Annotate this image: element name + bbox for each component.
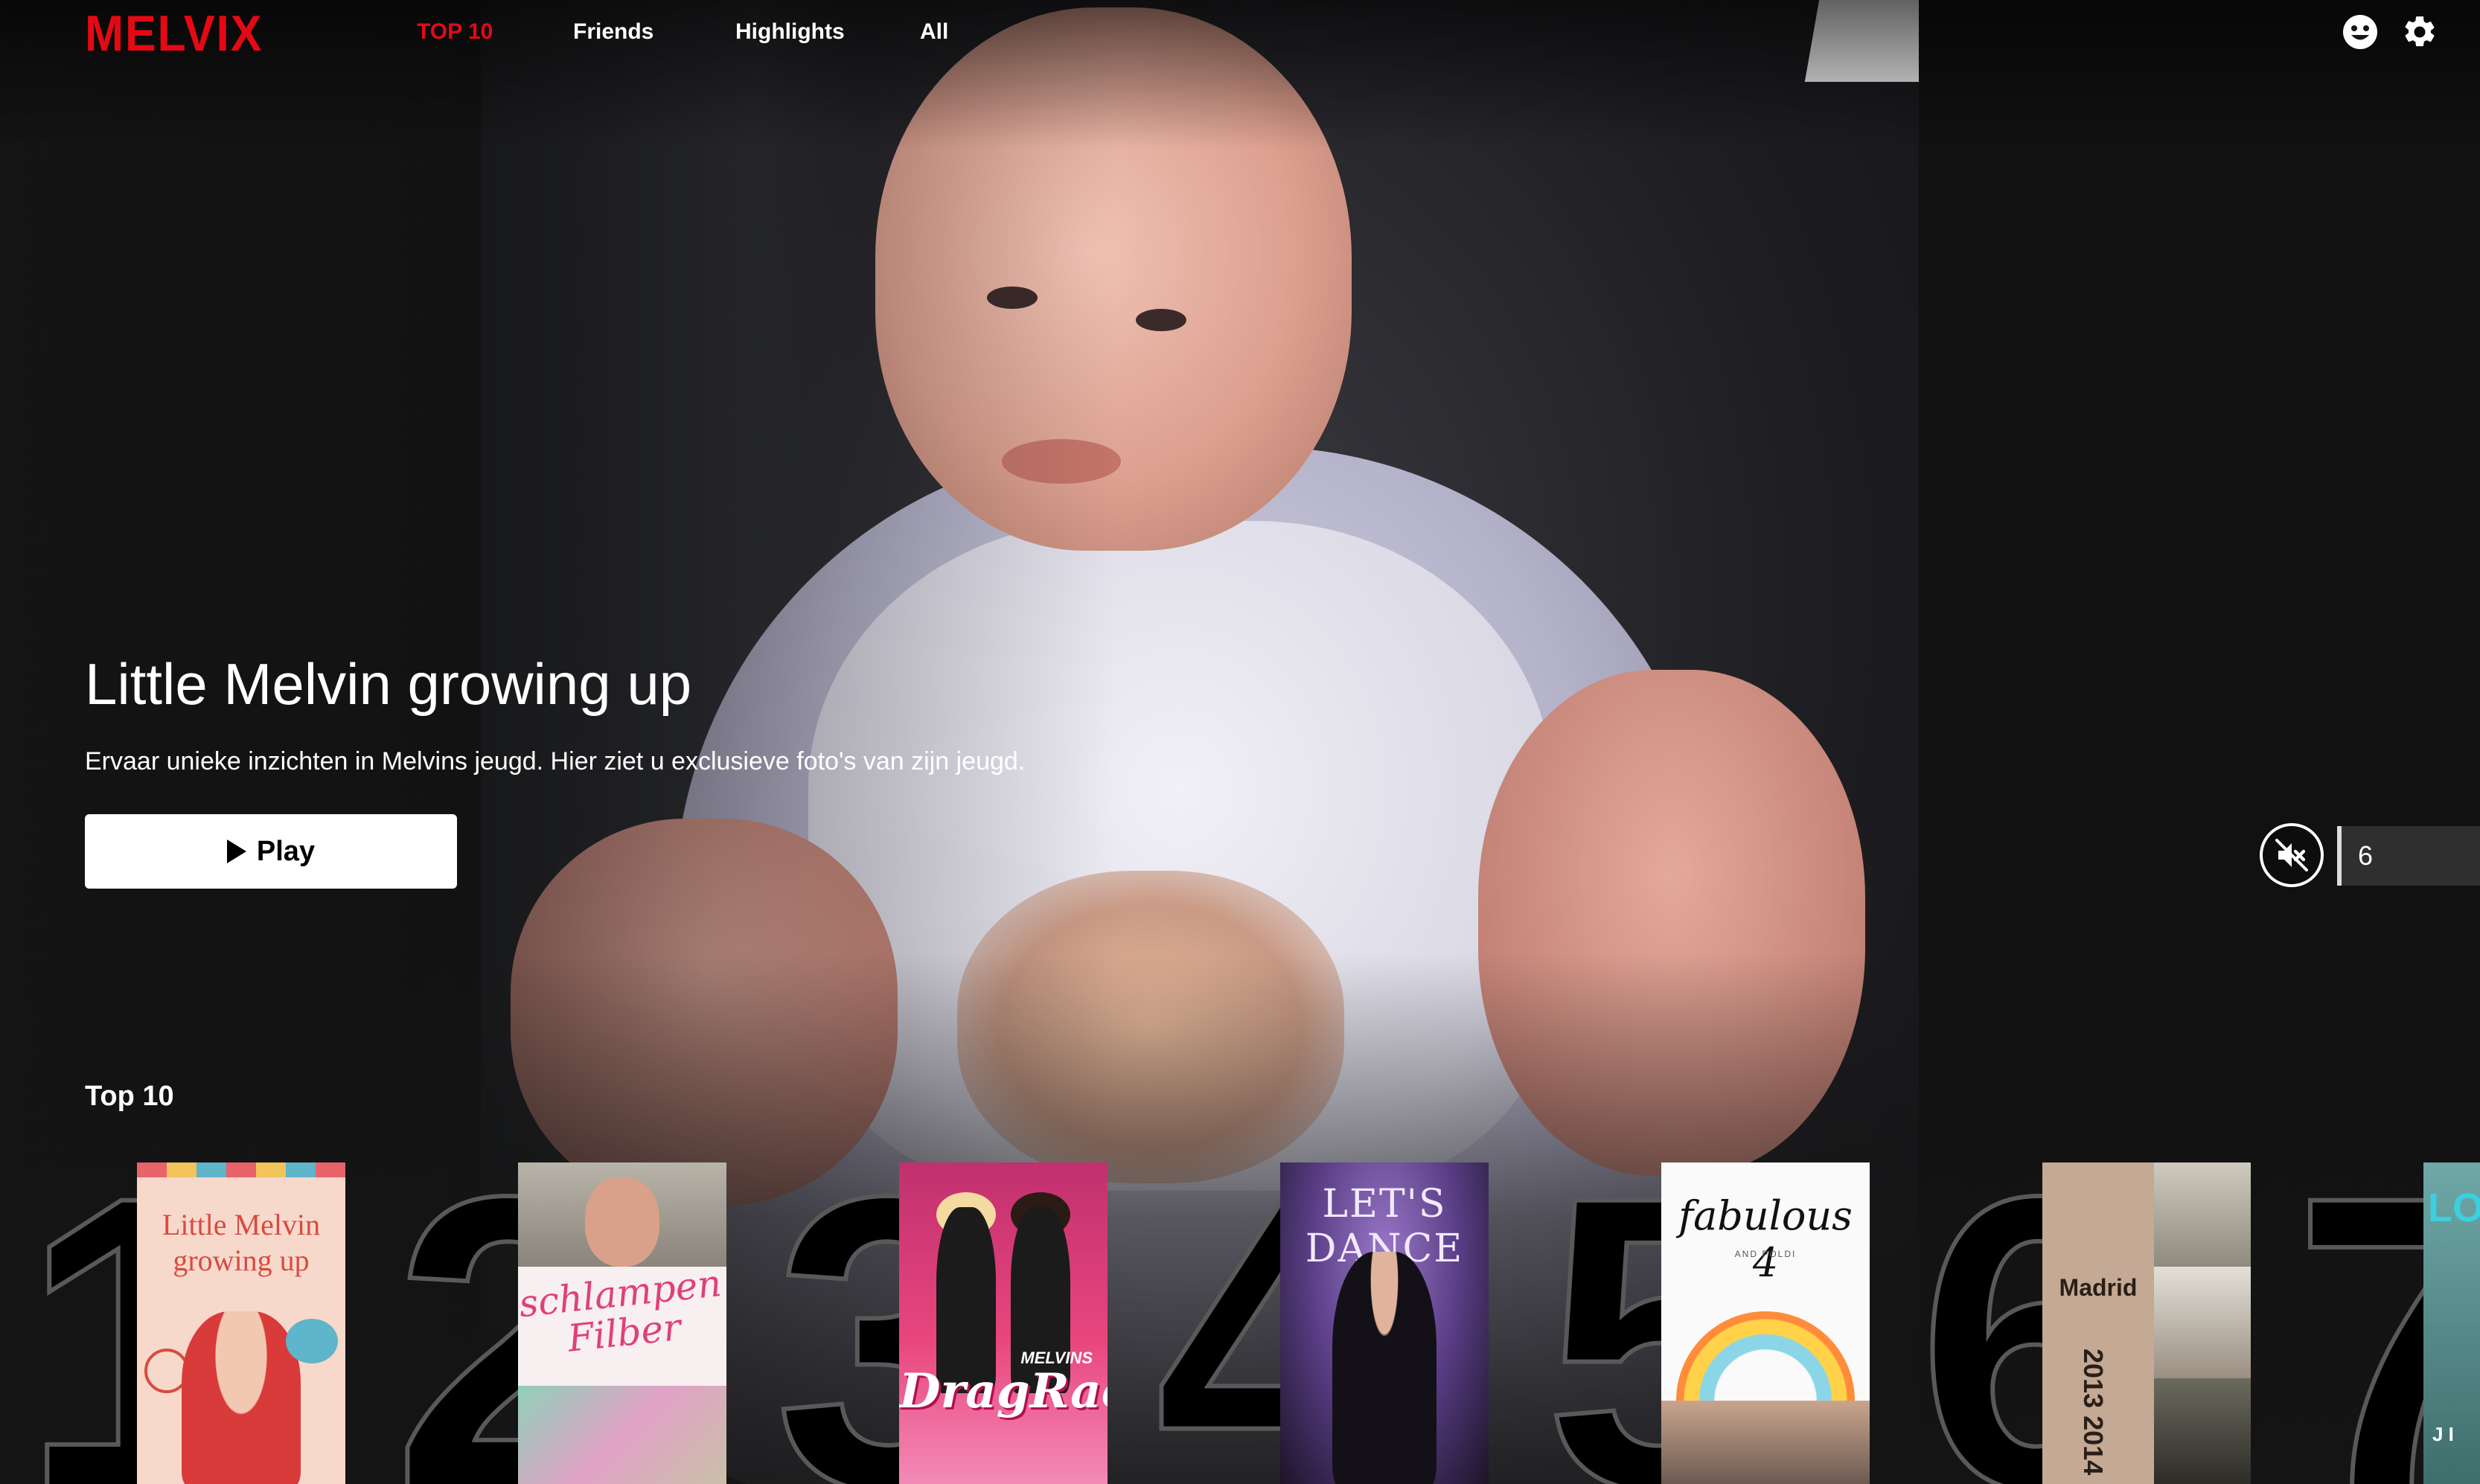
smiley-face-icon[interactable] (2342, 13, 2379, 51)
top10-item[interactable]: 1 Little Melvin growing up (0, 1132, 380, 1484)
top10-row-title: Top 10 (85, 1081, 174, 1112)
top10-item[interactable]: 4 LET'S DANCE (1143, 1132, 1523, 1484)
top10-item[interactable]: 7 LO J I (2286, 1162, 2480, 1484)
poster-title: DragRace (899, 1363, 1108, 1419)
hero-description: Ervaar unieke inzichten in Melvins jeugd… (85, 747, 1026, 775)
play-button[interactable]: Play (85, 814, 457, 889)
top10-item[interactable]: 6 Madrid 2013 2014 (1905, 1132, 2285, 1484)
poster-schlampen-filber[interactable]: schlampen Filber (518, 1162, 726, 1484)
speaker-muted-icon (2275, 839, 2308, 871)
age-rating-badge: 6 (2337, 826, 2480, 886)
poster-lets-dance[interactable]: LET'S DANCE (1280, 1162, 1489, 1484)
play-button-label: Play (256, 835, 316, 867)
age-rating-value: 6 (2358, 840, 2374, 871)
poster-title: Madrid (2059, 1274, 2138, 1301)
poster-title: fabulous 4 (1678, 1192, 1853, 1286)
gear-icon[interactable] (2401, 13, 2438, 51)
nav-link-top10[interactable]: TOP 10 (417, 19, 493, 45)
hero-title: Little Melvin growing up (85, 651, 692, 717)
melvix-logo[interactable]: MELVIX (85, 4, 263, 63)
poster-madrid[interactable]: Madrid 2013 2014 (2042, 1162, 2251, 1484)
nav-link-friends[interactable]: Friends (573, 19, 653, 45)
poster-little-melvin[interactable]: Little Melvin growing up (137, 1162, 345, 1484)
top10-item[interactable]: 5 fabulous 4 AND POLDI (1524, 1132, 1904, 1484)
poster-partial-7[interactable]: LO J I (2423, 1162, 2480, 1484)
poster-subtitle: AND POLDI (1734, 1249, 1797, 1259)
poster-fabulous-4[interactable]: fabulous 4 AND POLDI (1661, 1162, 1870, 1484)
mute-toggle-button[interactable] (2260, 823, 2324, 887)
poster-drag-race[interactable]: MELVINS DragRace (899, 1162, 1108, 1484)
nav-link-highlights[interactable]: Highlights (735, 19, 845, 45)
top10-item[interactable]: 3 MELVINS DragRace (762, 1132, 1142, 1484)
play-icon (226, 839, 246, 863)
top-navbar: MELVIX TOP 10 Friends Highlights All (0, 0, 2480, 74)
poster-subtitle: 2013 2014 (2078, 1349, 2109, 1476)
top10-item[interactable]: 2 schlampen Filber (381, 1132, 761, 1484)
poster-subtitle: J I (2432, 1423, 2454, 1445)
nav-link-all[interactable]: All (920, 19, 948, 45)
poster-title: Little Melvin growing up (162, 1208, 321, 1277)
poster-title: LO (2428, 1186, 2480, 1230)
